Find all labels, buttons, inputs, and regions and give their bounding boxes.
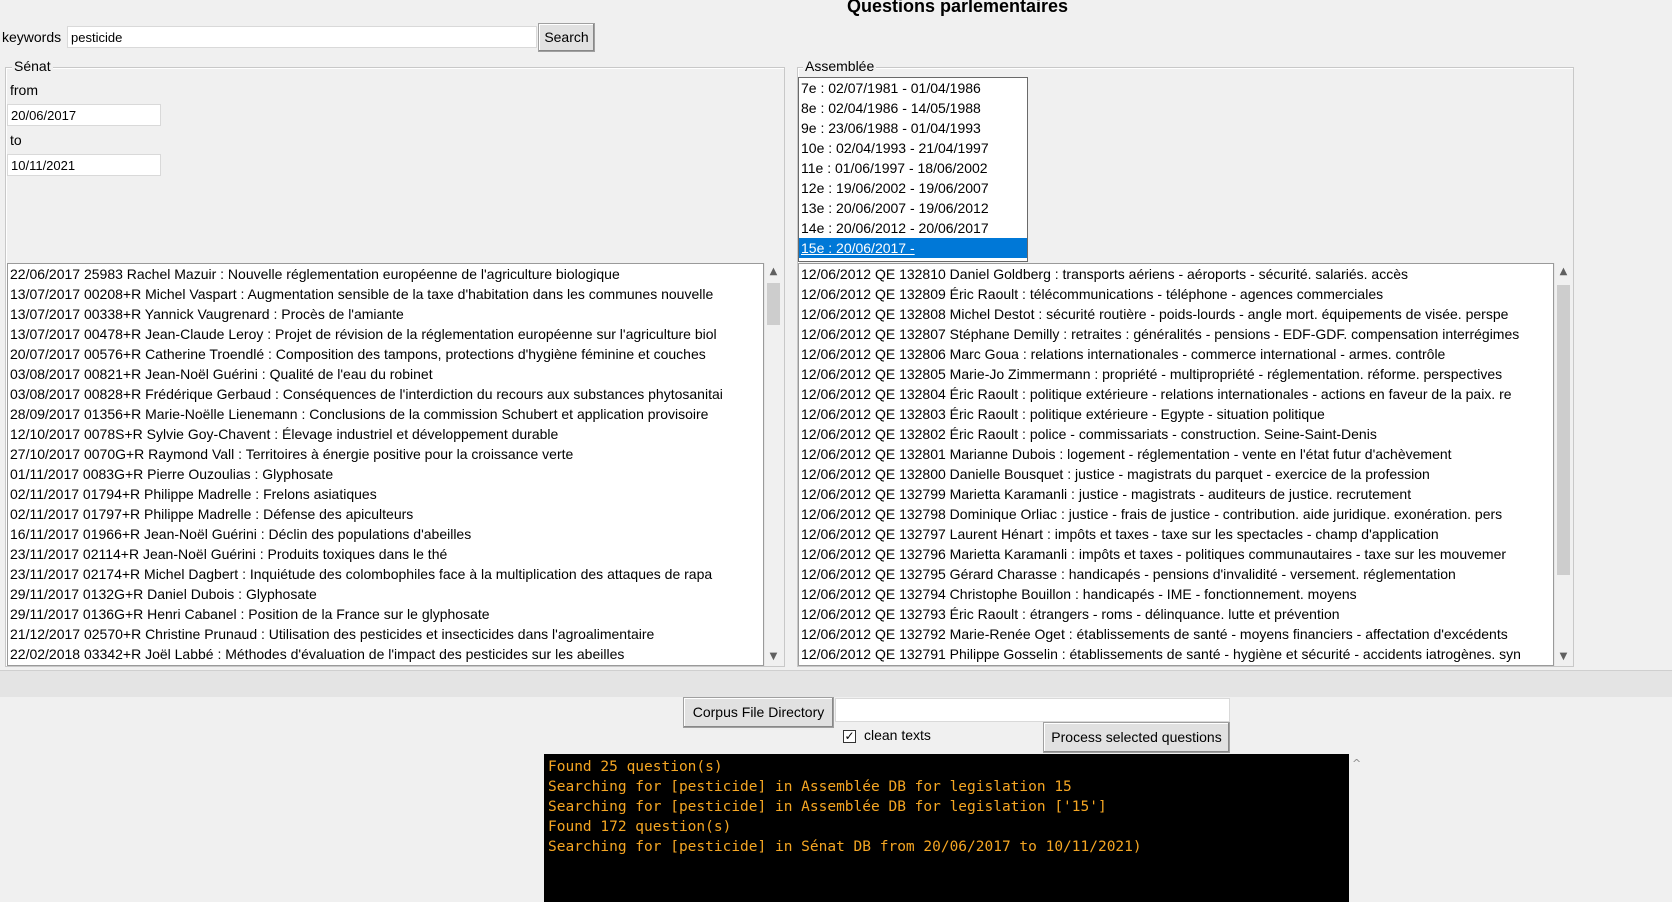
legislature-item[interactable]: 12e : 19/06/2002 - 19/06/2007: [799, 178, 1027, 198]
senat-result-row[interactable]: 23/11/2017 02174+R Michel Dagbert : Inqu…: [8, 564, 763, 584]
senat-result-row[interactable]: 03/08/2017 00828+R Frédérique Gerbaud : …: [8, 384, 763, 404]
scroll-down-icon[interactable]: ▼: [1555, 648, 1572, 666]
senat-from-input[interactable]: [7, 104, 161, 126]
senat-result-row[interactable]: 22/06/2017 25983 Rachel Mazuir : Nouvell…: [8, 264, 763, 284]
senat-results-list[interactable]: 22/06/2017 25983 Rachel Mazuir : Nouvell…: [7, 263, 764, 666]
assemblee-result-row[interactable]: 12/06/2012 QE 132804 Éric Raoult : polit…: [799, 384, 1553, 404]
process-questions-button[interactable]: Process selected questions: [1043, 722, 1230, 753]
assemblee-result-row[interactable]: 12/06/2012 QE 132795 Gérard Charasse : h…: [799, 564, 1553, 584]
assemblee-result-row[interactable]: 12/06/2012 QE 132801 Marianne Dubois : l…: [799, 444, 1553, 464]
legislature-item[interactable]: 8e : 02/04/1986 - 14/05/1988: [799, 98, 1027, 118]
scroll-up-icon[interactable]: ▲: [765, 263, 782, 281]
senat-result-row[interactable]: 27/10/2017 0070G+R Raymond Vall : Territ…: [8, 444, 763, 464]
assemblee-result-row[interactable]: 12/06/2012 QE 132799 Marietta Karamanli …: [799, 484, 1553, 504]
assemblee-result-row[interactable]: 12/06/2012 QE 132793 Éric Raoult : étran…: [799, 604, 1553, 624]
separator-bar: [0, 670, 1672, 697]
clean-texts-label: clean texts: [864, 727, 931, 743]
assemblee-results-scrollbar[interactable]: ▲ ▼: [1554, 263, 1572, 666]
senat-result-row[interactable]: 16/11/2017 01966+R Jean-Noël Guérini : D…: [8, 524, 763, 544]
assemblee-result-row[interactable]: 12/06/2012 QE 132800 Danielle Bousquet :…: [799, 464, 1553, 484]
senat-result-row[interactable]: 02/11/2017 01797+R Philippe Madrelle : D…: [8, 504, 763, 524]
keywords-input[interactable]: [67, 26, 537, 48]
console-scroll-up-icon[interactable]: ^: [1352, 757, 1361, 770]
senat-result-row[interactable]: 23/11/2017 02114+R Jean-Noël Guérini : P…: [8, 544, 763, 564]
console-line: Searching for [pesticide] in Assemblée D…: [548, 779, 1072, 795]
keywords-label: keywords: [2, 29, 62, 45]
clean-texts-checkbox[interactable]: ✓: [843, 730, 856, 743]
senat-result-row[interactable]: 22/02/2018 03342+R Joël Labbé : Méthodes…: [8, 644, 763, 664]
scroll-down-icon[interactable]: ▼: [765, 648, 782, 666]
senat-result-row[interactable]: 20/07/2017 00576+R Catherine Troendlé : …: [8, 344, 763, 364]
console-line: Searching for [pesticide] in Sénat DB fr…: [548, 839, 1142, 855]
search-button[interactable]: Search: [538, 23, 595, 52]
assemblee-result-row[interactable]: 12/06/2012 QE 132792 Marie-Renée Oget : …: [799, 624, 1553, 644]
senat-from-label: from: [10, 82, 38, 98]
corpus-directory-button[interactable]: Corpus File Directory: [683, 697, 834, 728]
assemblee-result-row[interactable]: 12/06/2012 QE 132805 Marie-Jo Zimmermann…: [799, 364, 1553, 384]
assemblee-results-list[interactable]: 12/06/2012 QE 132810 Daniel Goldberg : t…: [798, 263, 1554, 666]
legislature-list[interactable]: 7e : 02/07/1981 - 01/04/1986 8e : 02/04/1…: [798, 77, 1028, 262]
senat-result-row[interactable]: 29/11/2017 0132G+R Daniel Dubois : Glyph…: [8, 584, 763, 604]
senat-results-scrollbar[interactable]: ▲ ▼: [764, 263, 782, 666]
senat-to-input[interactable]: [7, 154, 161, 176]
assemblee-result-row[interactable]: 12/06/2012 QE 132797 Laurent Hénart : im…: [799, 524, 1553, 544]
log-console: Found 25 question(s) Searching for [pesti…: [544, 754, 1349, 902]
corpus-directory-input[interactable]: [835, 698, 1230, 722]
assemblee-result-row[interactable]: 12/06/2012 QE 132808 Michel Destot : séc…: [799, 304, 1553, 324]
scroll-thumb[interactable]: [1557, 285, 1570, 575]
legislature-item[interactable]: 13e : 20/06/2007 - 19/06/2012: [799, 198, 1027, 218]
scroll-thumb[interactable]: [767, 283, 780, 325]
page-title: Questions parlementaires: [846, 0, 1069, 16]
legislature-item[interactable]: 9e : 23/06/1988 - 01/04/1993: [799, 118, 1027, 138]
console-line: Searching for [pesticide] in Assemblée D…: [548, 799, 1107, 815]
senat-frame-label: Sénat: [12, 58, 53, 74]
senat-result-row[interactable]: 03/08/2017 00821+R Jean-Noël Guérini : Q…: [8, 364, 763, 384]
senat-result-row[interactable]: 12/10/2017 0078S+R Sylvie Goy-Chavent : …: [8, 424, 763, 444]
legislature-item[interactable]: 10e : 02/04/1993 - 21/04/1997: [799, 138, 1027, 158]
senat-result-row[interactable]: 13/07/2017 00208+R Michel Vaspart : Augm…: [8, 284, 763, 304]
legislature-item[interactable]: 14e : 20/06/2012 - 20/06/2017: [799, 218, 1027, 238]
legislature-item[interactable]: 11e : 01/06/1997 - 18/06/2002: [799, 158, 1027, 178]
senat-result-row[interactable]: 13/07/2017 00338+R Yannick Vaugrenard : …: [8, 304, 763, 324]
assemblee-result-row[interactable]: 12/06/2012 QE 132810 Daniel Goldberg : t…: [799, 264, 1553, 284]
assemblee-result-row[interactable]: 12/06/2012 QE 132807 Stéphane Demilly : …: [799, 324, 1553, 344]
assemblee-result-row[interactable]: 12/06/2012 QE 132803 Éric Raoult : polit…: [799, 404, 1553, 424]
assemblee-result-row[interactable]: 12/06/2012 QE 132794 Christophe Bouillon…: [799, 584, 1553, 604]
senat-result-row[interactable]: 13/07/2017 00478+R Jean-Claude Leroy : P…: [8, 324, 763, 344]
senat-to-label: to: [10, 132, 22, 148]
senat-result-row[interactable]: 21/12/2017 02570+R Christine Prunaud : U…: [8, 624, 763, 644]
assemblee-result-row[interactable]: 12/06/2012 QE 132798 Dominique Orliac : …: [799, 504, 1553, 524]
senat-result-row[interactable]: 02/11/2017 01794+R Philippe Madrelle : F…: [8, 484, 763, 504]
assemblee-frame-label: Assemblée: [803, 58, 877, 74]
scroll-up-icon[interactable]: ▲: [1555, 263, 1572, 281]
console-line: Found 25 question(s): [548, 759, 723, 775]
senat-result-row[interactable]: 29/11/2017 0136G+R Henri Cabanel : Posit…: [8, 604, 763, 624]
legislature-item[interactable]: 15e : 20/06/2017 -: [799, 238, 1027, 258]
assemblee-result-row[interactable]: 12/06/2012 QE 132809 Éric Raoult : téléc…: [799, 284, 1553, 304]
assemblee-result-row[interactable]: 12/06/2012 QE 132796 Marietta Karamanli …: [799, 544, 1553, 564]
senat-result-row[interactable]: 01/11/2017 0083G+R Pierre Ouzoulias : Gl…: [8, 464, 763, 484]
senat-result-row[interactable]: 28/09/2017 01356+R Marie-Noëlle Lieneman…: [8, 404, 763, 424]
assemblee-result-row[interactable]: 12/06/2012 QE 132791 Philippe Gosselin :…: [799, 644, 1553, 664]
assemblee-result-row[interactable]: 12/06/2012 QE 132802 Éric Raoult : polic…: [799, 424, 1553, 444]
legislature-item[interactable]: 7e : 02/07/1981 - 01/04/1986: [799, 78, 1027, 98]
console-line: Found 172 question(s): [548, 819, 732, 835]
assemblee-result-row[interactable]: 12/06/2012 QE 132806 Marc Goua : relatio…: [799, 344, 1553, 364]
